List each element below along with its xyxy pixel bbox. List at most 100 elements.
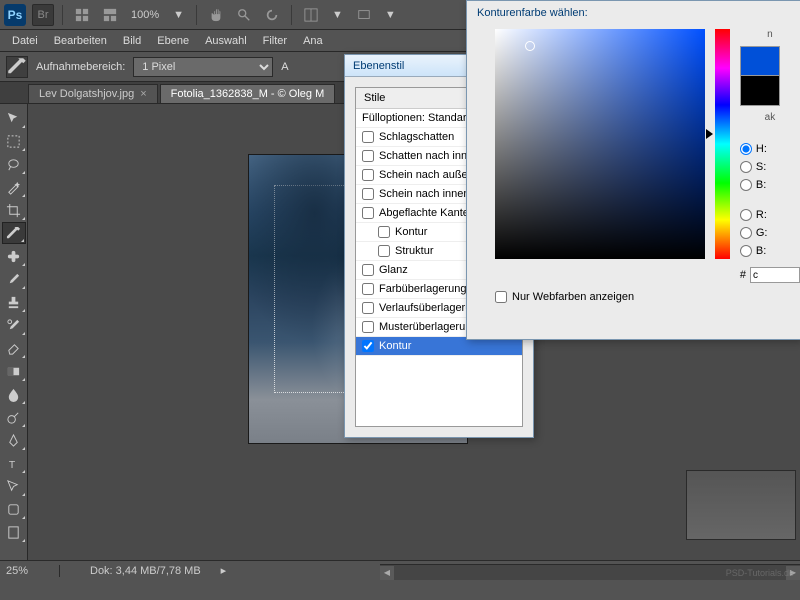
sample-size-select[interactable]: 1 Pixel bbox=[133, 57, 273, 77]
style-checkbox[interactable] bbox=[378, 245, 390, 257]
dodge-tool-icon[interactable] bbox=[2, 406, 26, 428]
wand-tool-icon[interactable] bbox=[2, 176, 26, 198]
b-radio[interactable]: B: bbox=[740, 179, 800, 191]
hand-icon[interactable] bbox=[205, 4, 227, 26]
bridge-icon[interactable]: Br bbox=[32, 4, 54, 26]
notes-tool-icon[interactable] bbox=[2, 521, 26, 543]
style-label: Farbüberlagerung bbox=[379, 283, 466, 295]
path-tool-icon[interactable] bbox=[2, 475, 26, 497]
watermark: PSD-Tutorials.de bbox=[726, 568, 794, 578]
b2-radio[interactable]: B: bbox=[740, 245, 800, 257]
status-doc-size[interactable]: Dok: 3,44 MB/7,78 MB bbox=[80, 565, 211, 577]
svg-text:T: T bbox=[9, 460, 16, 471]
eyedropper-icon[interactable] bbox=[6, 56, 28, 78]
close-icon[interactable]: × bbox=[140, 88, 146, 100]
style-label: Musterüberlagerung bbox=[379, 321, 477, 333]
tab-label: Lev Dolgatshjov.jpg bbox=[39, 88, 134, 100]
brush-tool-icon[interactable] bbox=[2, 268, 26, 290]
r-radio[interactable]: R: bbox=[740, 209, 800, 221]
style-checkbox[interactable] bbox=[362, 150, 374, 162]
menu-bild[interactable]: Bild bbox=[115, 32, 149, 50]
style-label: Schatten nach innen bbox=[379, 150, 479, 162]
s-radio[interactable]: S: bbox=[740, 161, 800, 173]
doc-tab[interactable]: Lev Dolgatshjov.jpg × bbox=[28, 84, 158, 103]
marquee-tool-icon[interactable] bbox=[2, 130, 26, 152]
status-zoom[interactable]: 25% bbox=[0, 565, 60, 577]
menu-filter[interactable]: Filter bbox=[255, 32, 295, 50]
style-checkbox[interactable] bbox=[362, 264, 374, 276]
style-label: Schein nach außen bbox=[379, 169, 474, 181]
history-brush-icon[interactable] bbox=[2, 314, 26, 336]
style-label: Kontur bbox=[379, 340, 411, 352]
style-checkbox[interactable] bbox=[362, 321, 374, 333]
opt-extra: A bbox=[281, 61, 288, 73]
menu-bearbeiten[interactable]: Bearbeiten bbox=[46, 32, 115, 50]
color-picker-dialog: Konturenfarbe wählen: n ak H: S: B: R: G… bbox=[466, 0, 800, 340]
gradient-tool-icon[interactable] bbox=[2, 360, 26, 382]
zoom-value[interactable]: 100% bbox=[127, 9, 163, 21]
pen-tool-icon[interactable] bbox=[2, 429, 26, 451]
heal-tool-icon[interactable] bbox=[2, 245, 26, 267]
hue-slider[interactable] bbox=[715, 29, 730, 259]
menu-ebene[interactable]: Ebene bbox=[149, 32, 197, 50]
style-checkbox[interactable] bbox=[362, 302, 374, 314]
chevron-down-icon[interactable]: ▼ bbox=[169, 9, 188, 21]
color-dialog-title: Konturenfarbe wählen: bbox=[467, 1, 800, 29]
layout2-icon[interactable] bbox=[99, 4, 121, 26]
color-cursor-icon bbox=[525, 41, 535, 51]
stamp-tool-icon[interactable] bbox=[2, 291, 26, 313]
toolbox: T bbox=[0, 104, 28, 580]
rotate-icon[interactable] bbox=[261, 4, 283, 26]
new-label: n bbox=[740, 29, 800, 40]
h-radio[interactable]: H: bbox=[740, 143, 800, 155]
move-tool-icon[interactable] bbox=[2, 107, 26, 129]
doc-tab[interactable]: Fotolia_1362838_M - © Oleg M bbox=[160, 84, 336, 103]
style-label: Schein nach innen bbox=[379, 188, 470, 200]
current-color-swatch[interactable] bbox=[740, 76, 780, 106]
status-arrow-icon[interactable]: ▸ bbox=[211, 564, 237, 577]
web-colors-label: Nur Webfarben anzeigen bbox=[512, 291, 634, 303]
shape-tool-icon[interactable] bbox=[2, 498, 26, 520]
hex-input-row: # bbox=[740, 267, 800, 283]
crop-tool-icon[interactable] bbox=[2, 199, 26, 221]
type-tool-icon[interactable]: T bbox=[2, 452, 26, 474]
menu-auswahl[interactable]: Auswahl bbox=[197, 32, 255, 50]
navigator-thumb[interactable] bbox=[686, 470, 796, 540]
web-colors-checkbox[interactable] bbox=[495, 291, 507, 303]
tab-label: Fotolia_1362838_M - © Oleg M bbox=[171, 88, 325, 100]
style-checkbox[interactable] bbox=[362, 188, 374, 200]
style-checkbox[interactable] bbox=[362, 169, 374, 181]
new-color-swatch[interactable] bbox=[740, 46, 780, 76]
style-checkbox[interactable] bbox=[362, 207, 374, 219]
chevron-down-icon[interactable]: ▼ bbox=[381, 9, 400, 21]
akt-label: ak bbox=[740, 112, 800, 123]
zoom-icon[interactable] bbox=[233, 4, 255, 26]
g-radio[interactable]: G: bbox=[740, 227, 800, 239]
hue-arrow-icon[interactable] bbox=[706, 129, 713, 139]
layout-icon[interactable] bbox=[71, 4, 93, 26]
hex-input[interactable] bbox=[750, 267, 800, 283]
chevron-down-icon[interactable]: ▼ bbox=[328, 9, 347, 21]
screen-icon[interactable] bbox=[353, 4, 375, 26]
hex-label: # bbox=[740, 269, 746, 281]
photoshop-logo-icon[interactable]: Ps bbox=[4, 4, 26, 26]
color-field[interactable] bbox=[495, 29, 705, 259]
style-checkbox[interactable] bbox=[362, 131, 374, 143]
style-label: Kontur bbox=[395, 226, 427, 238]
menu-analyse[interactable]: Ana bbox=[295, 32, 331, 50]
scroll-left-icon[interactable]: ◀ bbox=[380, 566, 394, 580]
style-label: Schlagschatten bbox=[379, 131, 454, 143]
style-checkbox[interactable] bbox=[362, 283, 374, 295]
web-colors-row[interactable]: Nur Webfarben anzeigen bbox=[467, 283, 800, 303]
menu-datei[interactable]: Datei bbox=[4, 32, 46, 50]
eraser-tool-icon[interactable] bbox=[2, 337, 26, 359]
blur-tool-icon[interactable] bbox=[2, 383, 26, 405]
eyedropper-tool-icon[interactable] bbox=[2, 222, 26, 244]
sample-size-label: Aufnahmebereich: bbox=[36, 61, 125, 73]
style-label: Struktur bbox=[395, 245, 434, 257]
style-checkbox[interactable] bbox=[362, 340, 374, 352]
lasso-tool-icon[interactable] bbox=[2, 153, 26, 175]
style-checkbox[interactable] bbox=[378, 226, 390, 238]
arrange-icon[interactable] bbox=[300, 4, 322, 26]
style-label: Abgeflachte Kante bbox=[379, 207, 469, 219]
